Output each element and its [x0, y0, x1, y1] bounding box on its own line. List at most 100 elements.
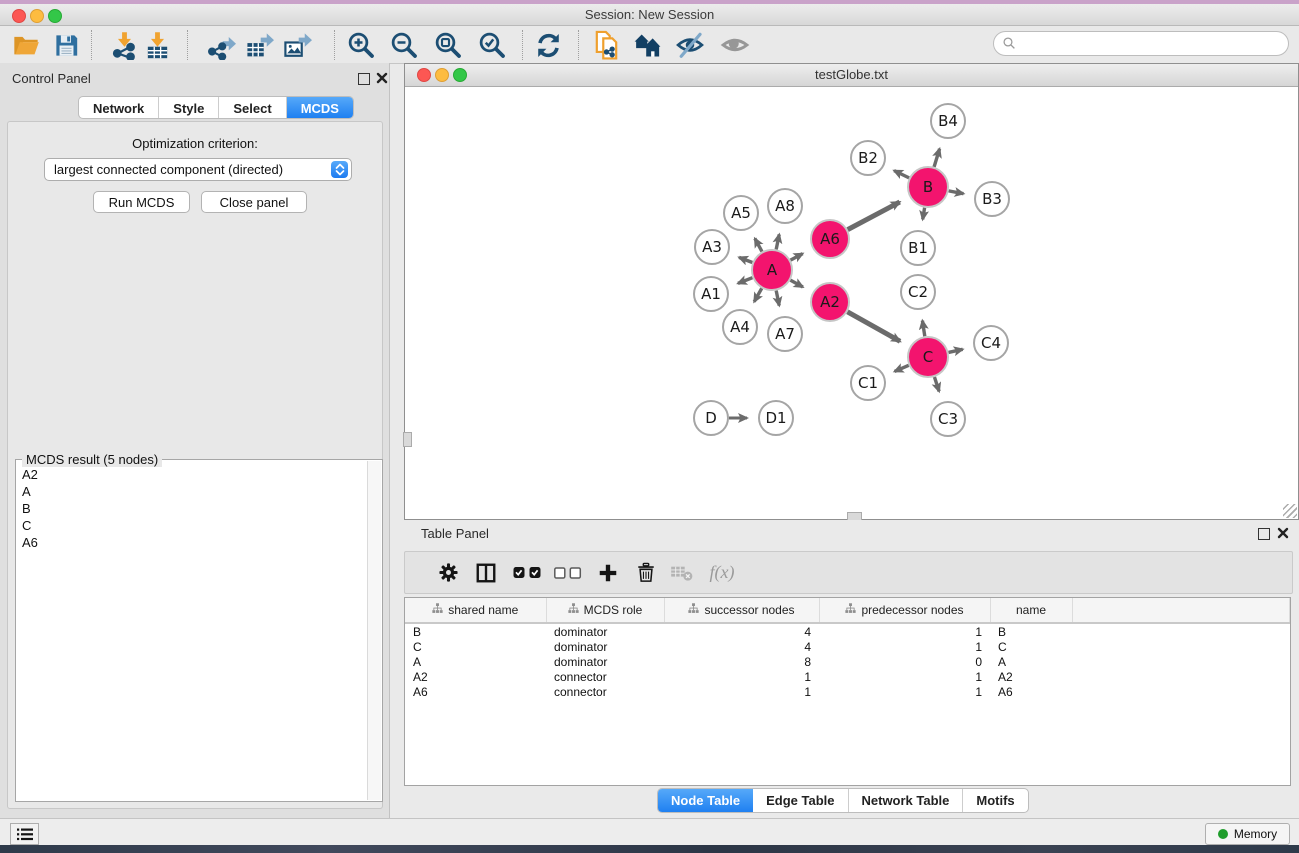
cell-shared-name[interactable]: A: [405, 654, 546, 669]
cell-predecessor-nodes[interactable]: 1: [819, 669, 990, 684]
table-row[interactable]: Cdominator41C: [405, 639, 1290, 654]
zoom-fit-icon[interactable]: [432, 29, 464, 61]
node-A6[interactable]: A6: [811, 220, 849, 258]
node-table[interactable]: shared nameMCDS rolesuccessor nodesprede…: [404, 597, 1291, 786]
node-B1[interactable]: B1: [901, 231, 935, 265]
edge-B-B4[interactable]: [934, 149, 939, 167]
cell-MCDS-role[interactable]: connector: [546, 684, 664, 699]
node-C1[interactable]: C1: [851, 366, 885, 400]
tab-select[interactable]: Select: [219, 97, 286, 118]
cell-MCDS-role[interactable]: dominator: [546, 654, 664, 669]
edge-C-C3[interactable]: [934, 377, 939, 391]
column-header-predecessor-nodes[interactable]: predecessor nodes: [819, 598, 990, 623]
node-A8[interactable]: A8: [768, 189, 802, 223]
column-header-successor-nodes[interactable]: successor nodes: [664, 598, 819, 623]
network-window-titlebar[interactable]: testGlobe.txt: [405, 64, 1298, 87]
zoom-in-icon[interactable]: [345, 29, 377, 61]
save-session-icon[interactable]: [50, 29, 82, 61]
column-header-MCDS-role[interactable]: MCDS role: [546, 598, 664, 623]
node-A7[interactable]: A7: [768, 317, 802, 351]
mcds-result-item[interactable]: A2: [17, 466, 367, 483]
table-row[interactable]: A6connector11A6: [405, 684, 1290, 699]
cell-name[interactable]: A6: [990, 684, 1072, 699]
edge-A6-B[interactable]: [848, 202, 900, 230]
mcds-result-item[interactable]: B: [17, 500, 367, 517]
cell-name[interactable]: B: [990, 623, 1072, 639]
edge-B-B2[interactable]: [894, 171, 909, 178]
edge-C-C4[interactable]: [948, 349, 962, 352]
cell-successor-nodes[interactable]: 4: [664, 639, 819, 654]
column-header-name[interactable]: name: [990, 598, 1072, 623]
delete-column-icon[interactable]: [630, 552, 662, 593]
import-table-icon[interactable]: [141, 29, 173, 61]
close-panel-icon[interactable]: [376, 72, 388, 84]
window-resize-handle[interactable]: [1283, 504, 1297, 518]
search-input[interactable]: [1022, 36, 1288, 52]
memory-button[interactable]: Memory: [1205, 823, 1290, 845]
task-history-button[interactable]: [10, 823, 39, 845]
node-A5[interactable]: A5: [724, 196, 758, 230]
edge-A-A1[interactable]: [738, 278, 752, 284]
node-B2[interactable]: B2: [851, 141, 885, 175]
tab-node-table[interactable]: Node Table: [658, 789, 753, 812]
result-scrollbar[interactable]: [367, 461, 381, 800]
cell-name[interactable]: A2: [990, 669, 1072, 684]
cell-predecessor-nodes[interactable]: 1: [819, 684, 990, 699]
node-A3[interactable]: A3: [695, 230, 729, 264]
mcds-result-item[interactable]: A6: [17, 534, 367, 551]
node-A4[interactable]: A4: [723, 310, 757, 344]
mcds-result-item[interactable]: A: [17, 483, 367, 500]
cell-successor-nodes[interactable]: 8: [664, 654, 819, 669]
node-A1[interactable]: A1: [694, 277, 728, 311]
import-network-icon[interactable]: [108, 29, 140, 61]
export-network-icon[interactable]: [205, 29, 237, 61]
close-panel-button[interactable]: Close panel: [201, 191, 307, 213]
edge-C-C1[interactable]: [895, 365, 909, 371]
node-B[interactable]: B: [908, 167, 948, 207]
edge-A-A7[interactable]: [776, 291, 779, 306]
node-C4[interactable]: C4: [974, 326, 1008, 360]
select-all-icon[interactable]: [511, 552, 545, 593]
cell-shared-name[interactable]: A6: [405, 684, 546, 699]
export-image-icon[interactable]: [281, 29, 313, 61]
criterion-select[interactable]: largest connected component (directed): [44, 158, 352, 181]
mcds-result-list[interactable]: A2ABCA6: [17, 466, 367, 800]
cell-successor-nodes[interactable]: 1: [664, 684, 819, 699]
cell-MCDS-role[interactable]: dominator: [546, 623, 664, 639]
cell-shared-name[interactable]: A2: [405, 669, 546, 684]
float-table-panel-icon[interactable]: [1258, 528, 1270, 540]
edge-B-B3[interactable]: [949, 191, 964, 194]
delete-table-icon[interactable]: [666, 552, 698, 593]
table-row[interactable]: A2connector11A2: [405, 669, 1290, 684]
edge-A-A5[interactable]: [755, 238, 762, 251]
column-header-shared-name[interactable]: shared name: [405, 598, 546, 623]
hide-graphics-details-icon[interactable]: [674, 29, 706, 61]
refresh-icon[interactable]: [532, 29, 564, 61]
edge-A2-C[interactable]: [847, 312, 900, 342]
function-builder-icon[interactable]: f(x): [700, 552, 744, 593]
node-A2[interactable]: A2: [811, 283, 849, 321]
table-options-icon[interactable]: [433, 552, 463, 593]
home-icon[interactable]: [631, 29, 663, 61]
table-row[interactable]: Bdominator41B: [405, 623, 1290, 639]
mcds-result-item[interactable]: C: [17, 517, 367, 534]
cell-shared-name[interactable]: B: [405, 623, 546, 639]
close-table-panel-icon[interactable]: [1277, 527, 1289, 539]
zoom-selected-icon[interactable]: [476, 29, 508, 61]
cell-predecessor-nodes[interactable]: 1: [819, 623, 990, 639]
window-left-grip[interactable]: [403, 432, 412, 447]
float-panel-icon[interactable]: [358, 73, 370, 85]
network-graph[interactable]: AA2A6BCA1A3A4A5A7A8B1B2B3B4C1C2C3C4DD1: [405, 87, 1298, 519]
cell-predecessor-nodes[interactable]: 0: [819, 654, 990, 669]
edge-A-A3[interactable]: [739, 257, 752, 262]
open-file-icon[interactable]: [10, 29, 42, 61]
node-D1[interactable]: D1: [759, 401, 793, 435]
tab-style[interactable]: Style: [159, 97, 219, 118]
cell-name[interactable]: C: [990, 639, 1072, 654]
column-view-icon[interactable]: [469, 552, 503, 593]
edge-C-C2[interactable]: [922, 321, 924, 337]
cell-MCDS-role[interactable]: dominator: [546, 639, 664, 654]
export-table-icon[interactable]: [243, 29, 275, 61]
cell-successor-nodes[interactable]: 4: [664, 623, 819, 639]
edge-A-A8[interactable]: [776, 234, 779, 249]
